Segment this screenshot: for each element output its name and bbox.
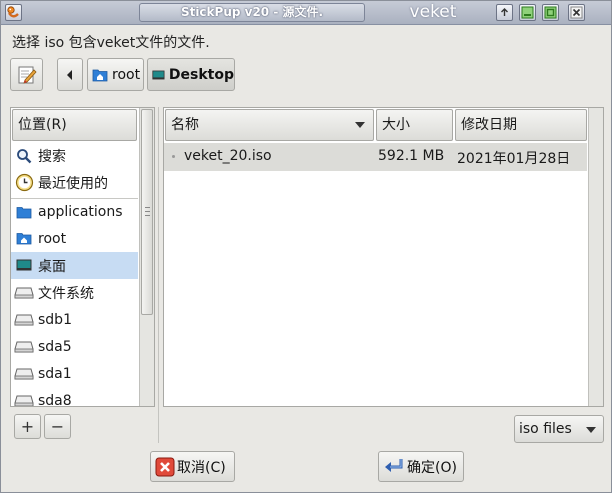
path-back-button[interactable] xyxy=(57,58,83,91)
close-icon xyxy=(570,6,583,19)
remove-bookmark-button[interactable]: − xyxy=(44,414,71,439)
place-sda1[interactable]: sda1 xyxy=(11,360,138,387)
place-label: sda1 xyxy=(38,365,72,382)
place-label: 最近使用的 xyxy=(38,175,108,192)
column-header-size[interactable]: 大小 xyxy=(376,109,453,141)
app-icon xyxy=(7,6,19,18)
maximize-button[interactable] xyxy=(542,4,559,21)
cancel-label: 取消(C) xyxy=(177,459,226,476)
column-header-name[interactable]: 名称 xyxy=(165,109,374,141)
place-desktop[interactable]: 桌面 xyxy=(11,252,138,279)
type-location-button[interactable] xyxy=(10,58,43,91)
close-button[interactable] xyxy=(568,4,585,21)
minimize-icon xyxy=(521,6,534,19)
place-search[interactable]: 搜索 xyxy=(11,142,138,169)
place-root[interactable]: root xyxy=(11,225,138,252)
files-scrollbar[interactable] xyxy=(588,108,603,406)
enter-arrow-icon xyxy=(385,458,403,472)
window-title: StickPup v20 - 源文件. xyxy=(139,3,365,22)
desktop-icon xyxy=(152,70,165,79)
desktop-icon xyxy=(14,256,34,276)
place-sda5[interactable]: sda5 xyxy=(11,333,138,360)
cancel-button[interactable]: 取消(C) xyxy=(150,451,235,482)
file-chooser-window: StickPup v20 - 源文件. veket 选择 iso 包含veket… xyxy=(0,0,612,493)
place-label: 文件系统 xyxy=(38,285,94,302)
path-button-root[interactable]: root xyxy=(87,58,144,91)
search-icon xyxy=(14,146,34,166)
drive-icon xyxy=(14,283,34,303)
place-label: sdb1 xyxy=(38,311,72,328)
title-bar[interactable]: StickPup v20 - 源文件. veket xyxy=(1,1,611,25)
place-label: sda5 xyxy=(38,338,72,355)
chevron-left-icon xyxy=(67,69,72,80)
file-icon xyxy=(172,155,175,158)
place-sdb1[interactable]: sdb1 xyxy=(11,306,138,333)
file-size: 592.1 MB xyxy=(378,148,445,164)
instruction-text: 选择 iso 包含veket文件的文件. xyxy=(12,35,210,51)
place-sda8[interactable]: sda8 xyxy=(11,387,138,407)
drive-icon xyxy=(14,337,34,357)
path-button-label: Desktop xyxy=(168,66,234,83)
maximize-icon xyxy=(544,6,557,19)
place-label: applications xyxy=(38,204,123,220)
shade-button[interactable] xyxy=(496,4,513,21)
places-sidebar: 位置(R) 搜索 最近使用的 applications root 桌面 文件系统… xyxy=(10,107,155,407)
place-label: root xyxy=(38,230,67,247)
sort-down-icon xyxy=(355,122,365,128)
pane-divider[interactable] xyxy=(158,107,159,443)
place-label: 桌面 xyxy=(38,258,66,275)
table-row[interactable]: veket_20.iso 592.1 MB 2021年01月28日 xyxy=(164,143,587,171)
place-label: 搜索 xyxy=(38,148,66,165)
path-button-desktop[interactable]: Desktop xyxy=(147,58,235,91)
place-applications[interactable]: applications xyxy=(11,198,138,225)
drive-icon xyxy=(14,364,34,384)
home-folder-icon xyxy=(92,69,108,81)
home-folder-icon xyxy=(14,229,34,249)
places-header[interactable]: 位置(R) xyxy=(12,109,137,141)
ok-button[interactable]: 确定(O) xyxy=(378,451,464,482)
file-list: 名称 大小 修改日期 veket_20.iso 592.1 MB 2021年01… xyxy=(163,107,604,407)
edit-icon xyxy=(18,66,37,84)
folder-icon xyxy=(14,202,34,222)
places-scroll-thumb[interactable] xyxy=(141,109,153,315)
ok-label: 确定(O) xyxy=(407,459,457,476)
window-menu-button[interactable] xyxy=(5,4,22,21)
column-header-modified[interactable]: 修改日期 xyxy=(455,109,587,141)
arrow-up-icon xyxy=(501,8,508,16)
drive-icon xyxy=(14,391,34,406)
places-scrollbar[interactable] xyxy=(139,108,154,406)
place-filesystem[interactable]: 文件系统 xyxy=(11,279,138,306)
clock-icon xyxy=(14,173,34,193)
place-recent[interactable]: 最近使用的 xyxy=(11,169,138,196)
chevron-down-icon xyxy=(586,427,596,433)
path-button-label: root xyxy=(112,66,141,83)
column-name-label: 名称 xyxy=(171,117,199,133)
filter-value: iso files xyxy=(519,421,572,437)
minimize-button[interactable] xyxy=(519,4,536,21)
file-name: veket_20.iso xyxy=(184,148,272,164)
add-bookmark-button[interactable]: + xyxy=(14,414,41,439)
place-label: sda8 xyxy=(38,392,72,407)
drive-icon xyxy=(14,310,34,330)
file-filter-select[interactable]: iso files xyxy=(514,415,604,443)
file-modified: 2021年01月28日 xyxy=(457,151,571,167)
window-label: veket xyxy=(409,2,457,22)
cancel-icon xyxy=(155,457,175,476)
